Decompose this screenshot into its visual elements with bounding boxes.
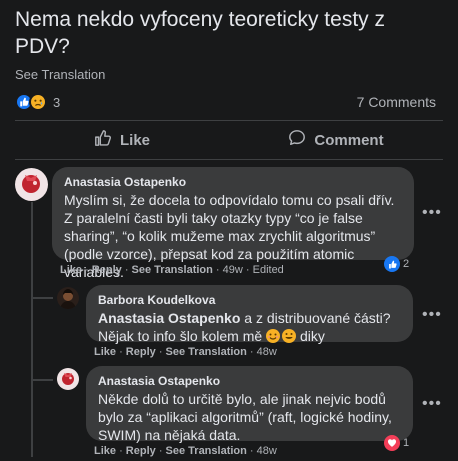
thread-connector [31,297,53,299]
comment-meta: Like · Reply · See Translation · 48w [94,445,277,457]
more-icon[interactable]: ••• [422,306,442,324]
comment-see-translation[interactable]: See Translation [166,346,247,358]
comment-text-part: diky [296,328,325,344]
comment-button-label: Comment [314,131,384,149]
comment-time[interactable]: 48w [257,346,277,358]
comment-like-link[interactable]: Like [94,445,116,457]
like-icon [384,256,400,272]
comment-see-translation[interactable]: See Translation [166,445,247,457]
comment-edited: Edited [252,264,284,276]
mention-link[interactable]: Anastasia Ostapenko [98,310,240,326]
like-button[interactable]: Like [15,124,229,156]
post-reactions[interactable]: 3 [15,93,60,111]
more-icon[interactable]: ••• [422,204,442,222]
comment-author[interactable]: Barbora Koudelkova [98,293,401,307]
comment-text: Anastasia Ostapenko a z distribuované čá… [98,309,401,345]
comment-like-link[interactable]: Like [60,264,82,276]
comment-reactions[interactable]: 1 [384,435,409,451]
comment-reaction-count: 2 [403,258,410,270]
comment-button[interactable]: Comment [229,124,443,156]
comment-bubble: Anastasia Ostapenko Myslím si, že docela… [52,167,414,280]
comment-reply-link[interactable]: Reply [126,346,156,358]
thread-connector [31,379,53,381]
comment-meta: Like · Reply · See Translation · 48w [94,346,277,358]
love-icon [384,435,400,451]
post-text: Nema nekdo vyfoceny teoreticky testy z P… [15,8,385,58]
thumbs-up-icon [94,129,112,151]
comment-icon [288,129,306,151]
comment-author[interactable]: Anastasia Ostapenko [64,175,402,189]
comment-reply-link[interactable]: Reply [92,264,122,276]
avatar[interactable] [57,287,79,309]
comment-reply-link[interactable]: Reply [126,445,156,457]
divider [15,159,443,160]
post-see-translation[interactable]: See Translation [15,67,105,82]
comment-author[interactable]: Anastasia Ostapenko [98,374,401,388]
grin-icon [282,329,297,343]
comment-see-translation[interactable]: See Translation [132,264,213,276]
avatar[interactable] [57,368,79,390]
comment-like-link[interactable]: Like [94,346,116,358]
avatar[interactable] [15,168,48,201]
like-button-label: Like [119,131,150,149]
more-icon[interactable]: ••• [422,395,442,413]
comment-reaction-count: 1 [403,437,410,449]
post-reaction-count: 3 [53,94,61,110]
comments-count[interactable]: 7 Comments [357,94,436,110]
smile-icon [266,329,281,343]
comment-bubble: Barbora Koudelkova Anastasia Ostapenko a… [86,285,413,345]
comment-bubble: Anastasia Ostapenko Někde dolů to určitě… [86,366,413,443]
divider [15,120,443,121]
comment-meta: Like · Reply · See Translation · 49w · E… [60,264,284,276]
thread-line [31,202,33,457]
comment-time[interactable]: 49w [223,264,243,276]
comment-text: Někde dolů to určitě bylo, ale jinak nej… [98,391,392,443]
comment-reactions[interactable]: 2 [384,256,409,272]
comment-time[interactable]: 48w [257,445,277,457]
sad-icon [29,93,47,111]
post-action-bar: Like Comment [15,124,443,156]
